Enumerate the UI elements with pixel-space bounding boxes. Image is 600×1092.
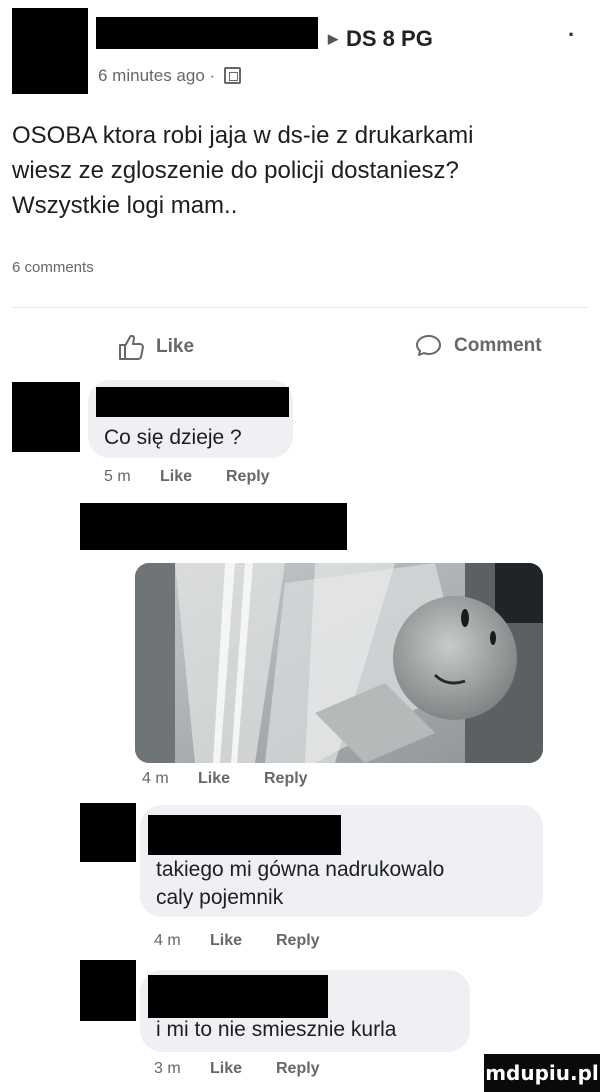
redacted-commenter-avatar[interactable]	[12, 382, 80, 452]
post-time[interactable]: 6 minutes ago ·	[98, 66, 215, 85]
redacted-commenter-name[interactable]	[148, 975, 328, 1018]
watermark-logo: mdupiu.pl	[484, 1054, 600, 1092]
redacted-commenter-name[interactable]	[80, 503, 347, 550]
redacted-commenter-avatar[interactable]	[80, 960, 136, 1021]
redacted-author-name[interactable]	[96, 17, 318, 49]
comment-meta: 5 m Like Reply	[104, 468, 270, 486]
comment-like-button[interactable]: Like	[210, 932, 276, 950]
comment-like-button[interactable]: Like	[210, 1060, 276, 1078]
divider	[12, 307, 588, 308]
redacted-commenter-name[interactable]	[148, 815, 341, 855]
post-meta: 6 minutes ago ·	[98, 66, 241, 86]
like-button[interactable]: Like	[118, 333, 194, 361]
comment-reply-button[interactable]: Reply	[264, 770, 308, 788]
comment-meta: 3 m Like Reply	[154, 1060, 320, 1078]
comment-text: caly pojemnik	[156, 886, 284, 909]
post-text: OSOBA ktora robi jaja w ds-ie z drukarka…	[12, 118, 592, 223]
comment-text: takiego mi gówna nadrukowalo	[156, 858, 445, 881]
comment-label: Comment	[454, 335, 542, 356]
public-page-icon	[223, 67, 241, 84]
triangle-right-icon: ▶	[328, 31, 338, 46]
comment-meta: 4 m Like Reply	[154, 932, 320, 950]
comment-reply-button[interactable]: Reply	[276, 932, 320, 950]
comment-text: Co się dzieje ?	[104, 426, 242, 449]
post-text-line: wiesz ze zgloszenie do policji dostanies…	[12, 157, 459, 184]
comment-button[interactable]: Comment	[416, 333, 542, 359]
comment-time[interactable]: 4 m	[154, 932, 210, 950]
comment-time[interactable]: 4 m	[142, 770, 198, 788]
comment-like-button[interactable]: Like	[160, 468, 226, 486]
comment-text: i mi to nie smiesznie kurla	[156, 1018, 397, 1041]
redacted-author-avatar[interactable]	[12, 8, 88, 94]
redacted-commenter-avatar[interactable]	[80, 803, 136, 862]
comment-time[interactable]: 5 m	[104, 468, 160, 486]
comments-count[interactable]: 6 comments	[12, 259, 94, 276]
thumbs-up-icon	[119, 334, 144, 360]
more-icon[interactable]: ·	[568, 22, 575, 48]
post-text-line: OSOBA ktora robi jaja w ds-ie z drukarka…	[12, 122, 474, 149]
comment-bubble-icon	[416, 335, 441, 356]
comment-meta: 4 m Like Reply	[142, 770, 308, 788]
group-name[interactable]: DS 8 PG	[346, 26, 433, 51]
comment-photo[interactable]	[135, 563, 543, 763]
comment-reply-button[interactable]: Reply	[276, 1060, 320, 1078]
printer-photo-image	[135, 563, 543, 763]
comment-like-button[interactable]: Like	[198, 770, 264, 788]
group-name-line[interactable]: ▶ DS 8 PG	[328, 26, 433, 52]
post-text-line: Wszystkie logi mam..	[12, 192, 238, 219]
redacted-commenter-name[interactable]	[96, 387, 289, 417]
comment-reply-button[interactable]: Reply	[226, 468, 270, 486]
comment-time[interactable]: 3 m	[154, 1060, 210, 1078]
like-label: Like	[156, 336, 195, 357]
